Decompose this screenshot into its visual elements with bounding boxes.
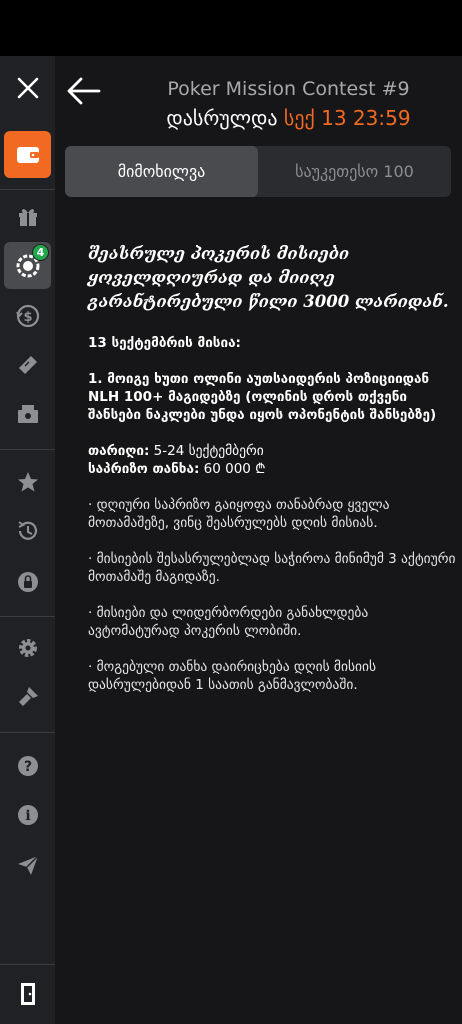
status-label: დასრულდა [166,106,278,130]
mission-text: 1. მოიგე ხუთი ოლინი აუთსაიდერის პოზიციიდ… [88,371,437,423]
sidebar-item-tickets[interactable] [4,341,51,388]
sidebar-item-history[interactable] [4,507,51,554]
contest-description: შეასრულე პოკერის მისიები ყოველდღიურად და… [88,242,458,712]
send-icon [17,854,39,875]
sidebar-item-info[interactable]: i [4,791,51,838]
sidebar-item-appearance[interactable] [4,673,51,720]
end-date: სექ 13 23:59 [283,106,411,130]
close-button[interactable] [4,64,51,111]
sidebar-item-wallet[interactable] [4,131,51,178]
gear-icon [18,638,37,657]
rule-3: · მისიები და ლიდერბორდები განახლდება ავტ… [88,605,369,639]
sidebar-item-logout[interactable] [4,970,51,1017]
help-icon: ? [17,755,38,776]
sidebar-item-missions[interactable]: 4 [4,242,51,289]
prize-value: 60 000 ₾ [199,461,266,477]
gift-icon [18,208,37,226]
svg-text:$: $ [23,310,32,325]
lock-icon [17,571,38,592]
sidebar-item-security[interactable] [4,557,51,604]
contest-title: Poker Mission Contest #9 [167,78,410,100]
wallet-icon [16,146,39,163]
sidebar-item-settings[interactable] [4,624,51,671]
tab-overview[interactable]: მიმოხილვა [65,146,258,197]
intro-text: შეასრულე პოკერის მისიები ყოველდღიურად და… [88,244,449,311]
sidebar-item-gift[interactable] [4,192,51,239]
date-value: 5-24 სექტემბერი [149,443,264,459]
info-icon: i [17,804,38,825]
logout-icon [20,982,35,1005]
mission-heading: 13 სექტემბრის მისია: [88,335,241,351]
tab-top-100[interactable]: საუკეთესო 100 [258,146,451,197]
prize-label: საპრიზო თანხა: [88,461,200,477]
brush-icon [18,686,38,706]
sidebar-item-cashier[interactable] [4,390,51,437]
missions-badge: 4 [32,244,49,261]
cash-register-icon [17,404,38,423]
rule-1: · დღიური საპრიზო გაიყოფა თანაბრად ყველა … [88,497,390,531]
date-label: თარიღი: [88,443,150,459]
ticket-icon [18,355,37,374]
close-icon [17,77,38,98]
sidebar-item-contact[interactable] [4,841,51,888]
contest-details: თარიღი: 5-24 სექტემბერი საპრიზო თანხა: 6… [88,442,458,478]
svg-text:i: i [25,808,30,824]
svg-text:?: ? [23,759,31,775]
back-button[interactable] [63,73,103,109]
main-panel: Poker Mission Contest #9 დასრულდა სექ 13… [55,56,462,1024]
contest-status: დასრულდა სექ 13 23:59 [115,106,462,130]
arrow-left-icon [67,77,101,105]
rule-2: · მისიების შესასრულებლად საჭიროა მინიმუმ… [88,551,456,585]
star-icon [17,471,38,491]
sidebar-item-cashback[interactable]: $ [4,292,51,339]
rule-4: · მოგებული თანხა დაირიცხება დღის მისიის … [88,659,377,693]
sidebar: 4 $ ? i [0,56,55,1024]
history-icon [17,520,37,540]
tab-bar: მიმოხილვა საუკეთესო 100 [65,146,451,197]
status-bar [0,0,462,56]
sidebar-item-help[interactable]: ? [4,742,51,789]
sidebar-item-favorites[interactable] [4,458,51,505]
cashback-icon: $ [15,304,39,327]
